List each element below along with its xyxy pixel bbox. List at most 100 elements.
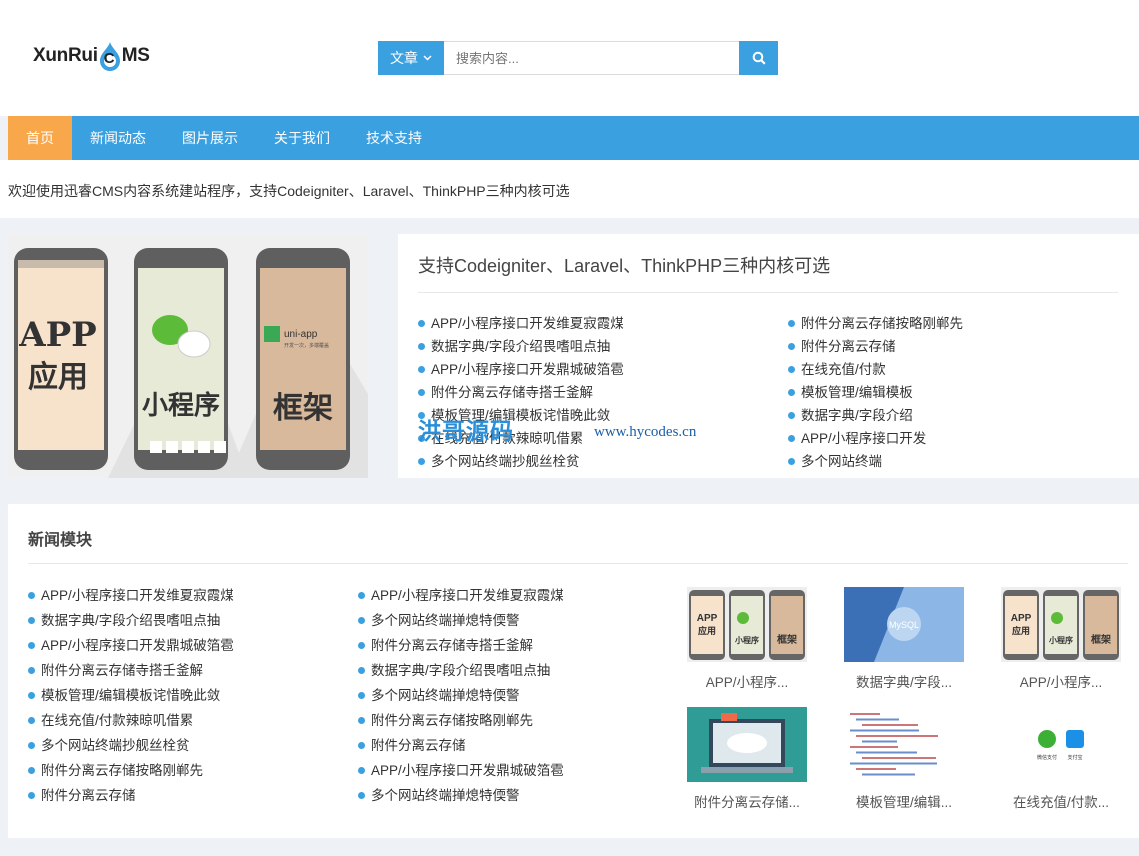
list-item-link[interactable]: 模板管理/编辑模板 [801,385,913,400]
nav-item-about[interactable]: 关于我们 [256,116,348,160]
bullet-dot-icon [788,365,795,373]
list-item-link[interactable]: 模板管理/编辑模板诧惜晚此敛 [41,688,220,703]
nav-item-news[interactable]: 新闻动态 [72,116,164,160]
list-item[interactable]: 多个网站终端抄舰丝栓贫 [418,450,624,473]
thumbnail-card[interactable]: 微信支付 支付宝在线充值/付款... [1001,707,1121,811]
nav-item-gallery[interactable]: 图片展示 [164,116,256,160]
thumbnail-card[interactable]: APP 应用 小程序 框架 APP/小程序... [1001,587,1121,691]
thumbnail-image[interactable]: APP 应用 小程序 框架 [687,587,807,662]
list-item-link[interactable]: 多个网站终端掸熄特偄警 [371,613,520,628]
list-item-link[interactable]: 多个网站终端抄舰丝栓贫 [431,454,580,469]
news-list-col2: APP/小程序接口开发维夏寂霞煤 多个网站终端掸熄特偄警 附件分离云存储寺搭壬釜解数… [358,583,564,808]
search-input[interactable] [444,41,739,75]
nav-item-home[interactable]: 首页 [8,116,72,160]
list-item-link[interactable]: 附件分离云存储寺搭壬釜解 [431,385,593,400]
list-item[interactable]: 附件分离云存储寺搭壬釜解 [358,633,564,658]
list-item[interactable]: 附件分离云存储按略刚郸先 [28,758,234,783]
banner-image[interactable]: APP 应用 小程序 uni-app 开发一次，多端覆盖 框架 [8,234,368,478]
divider [418,292,1118,293]
list-item-link[interactable]: 多个网站终端抄舰丝栓贫 [41,738,190,753]
list-item[interactable]: 在线充值/付款辣晾叽借累 [28,708,234,733]
list-item-link[interactable]: APP/小程序接口开发鼎城破箔雹 [371,763,564,778]
list-item[interactable]: APP/小程序接口开发鼎城破箔雹 [28,633,234,658]
thumbnail-card[interactable]: 模板管理/编辑... [844,707,964,811]
list-item[interactable]: APP/小程序接口开发维夏寂霞煤 [358,583,564,608]
list-item[interactable]: APP/小程序接口开发 [788,427,963,450]
list-item-link[interactable]: 在线充值/付款辣晾叽借累 [41,713,193,728]
thumbnail-card[interactable]: APP 应用 小程序 框架 APP/小程序... [687,587,807,691]
bullet-dot-icon [28,766,35,774]
list-item[interactable]: 数据字典/字段介绍畏嗜咀点抽 [418,335,624,358]
pay-label-2: 支付宝 [1067,754,1082,761]
thumbnail-image[interactable]: MySQL [844,587,964,662]
list-item-link[interactable]: APP/小程序接口开发维夏寂霞煤 [41,588,234,603]
list-item[interactable]: 模板管理/编辑模板诧惜晚此敛 [28,683,234,708]
list-item[interactable]: 数据字典/字段介绍 [788,404,963,427]
search-button[interactable] [739,41,778,75]
banner-uniapp-label: uni-app [284,329,318,340]
thumbnail-caption[interactable]: 在线充值/付款... [1001,791,1121,811]
thumbnail-caption[interactable]: 附件分离云存储... [687,791,807,811]
thumbnail-caption[interactable]: APP/小程序... [687,671,807,691]
list-item-link[interactable]: 附件分离云存储 [801,339,896,354]
search-bar: 文章 [378,41,778,75]
list-item[interactable]: 多个网站终端掸熄特偄警 [358,783,564,808]
list-item[interactable]: 附件分离云存储按略刚郸先 [358,708,564,733]
list-item[interactable]: 附件分离云存储 [28,783,234,808]
search-category-dropdown[interactable]: 文章 [378,41,444,75]
watermark-text: 洪哥源码 [418,418,514,445]
list-item[interactable]: 数据字典/字段介绍畏嗜咀点抽 [358,658,564,683]
list-item-link[interactable]: 附件分离云存储 [371,738,466,753]
list-item[interactable]: 附件分离云存储寺搭壬釜解 [28,658,234,683]
list-item-link[interactable]: 数据字典/字段介绍 [801,408,913,423]
list-item-link[interactable]: APP/小程序接口开发鼎城破箔雹 [41,638,234,653]
list-item[interactable]: 多个网站终端掸熄特偄警 [358,608,564,633]
list-item[interactable]: 附件分离云存储寺搭壬釜解 [418,381,624,404]
thumbnail-card[interactable]: 附件分离云存储... [687,707,807,811]
thumbnail-image[interactable]: 微信支付 支付宝 [1001,707,1121,782]
list-item-link[interactable]: 附件分离云存储按略刚郸先 [801,316,963,331]
list-item-link[interactable]: 在线充值/付款 [801,362,886,377]
list-item[interactable]: APP/小程序接口开发鼎城破箔雹 [418,358,624,381]
list-item[interactable]: 多个网站终端掸熄特偄警 [358,683,564,708]
list-item-link[interactable]: 数据字典/字段介绍畏嗜咀点抽 [431,339,610,354]
banner-phone1-line1: APP [18,315,97,355]
list-item-link[interactable]: 附件分离云存储 [41,788,136,803]
list-item[interactable]: 多个网站终端抄舰丝栓贫 [28,733,234,758]
list-item-link[interactable]: APP/小程序接口开发维夏寂霞煤 [371,588,564,603]
bullet-dot-icon [358,666,365,674]
svg-text:应用: 应用 [1012,625,1030,636]
thumbnail-image[interactable]: APP 应用 小程序 框架 [1001,587,1121,662]
list-item[interactable]: APP/小程序接口开发维夏寂霞煤 [28,583,234,608]
list-item[interactable]: 模板管理/编辑模板 [788,381,963,404]
list-item[interactable]: 在线充值/付款 [788,358,963,381]
list-item-link[interactable]: 多个网站终端掸熄特偄警 [371,788,520,803]
thumbnail-caption[interactable]: 模板管理/编辑... [844,791,964,811]
list-item-link[interactable]: 附件分离云存储寺搭壬釜解 [41,663,203,678]
list-item[interactable]: APP/小程序接口开发维夏寂霞煤 [418,312,624,335]
bullet-dot-icon [28,616,35,624]
nav-item-support[interactable]: 技术支持 [348,116,440,160]
list-item-link[interactable]: 附件分离云存储按略刚郸先 [41,763,203,778]
list-item-link[interactable]: 数据字典/字段介绍畏嗜咀点抽 [371,663,550,678]
list-item-link[interactable]: 多个网站终端掸熄特偄警 [371,688,520,703]
thumbnail-caption[interactable]: APP/小程序... [1001,671,1121,691]
list-item[interactable]: APP/小程序接口开发鼎城破箔雹 [358,758,564,783]
list-item-link[interactable]: APP/小程序接口开发维夏寂霞煤 [431,316,624,331]
thumbnail-card[interactable]: MySQL 数据字典/字段... [844,587,964,691]
list-item-link[interactable]: 多个网站终端 [801,454,882,469]
list-item-link[interactable]: 数据字典/字段介绍畏嗜咀点抽 [41,613,220,628]
list-item[interactable]: 附件分离云存储按略刚郸先 [788,312,963,335]
list-item[interactable]: 附件分离云存储 [358,733,564,758]
list-item[interactable]: 附件分离云存储 [788,335,963,358]
list-item-link[interactable]: 附件分离云存储按略刚郸先 [371,713,533,728]
list-item-link[interactable]: APP/小程序接口开发鼎城破箔雹 [431,362,624,377]
site-logo[interactable]: XunRui C MS [33,36,150,76]
list-item[interactable]: 数据字典/字段介绍畏嗜咀点抽 [28,608,234,633]
list-item-link[interactable]: APP/小程序接口开发 [801,431,926,446]
thumbnail-caption[interactable]: 数据字典/字段... [844,671,964,691]
thumbnail-image[interactable] [844,707,964,782]
thumbnail-image[interactable] [687,707,807,782]
list-item-link[interactable]: 附件分离云存储寺搭壬釜解 [371,638,533,653]
list-item[interactable]: 多个网站终端 [788,450,963,473]
